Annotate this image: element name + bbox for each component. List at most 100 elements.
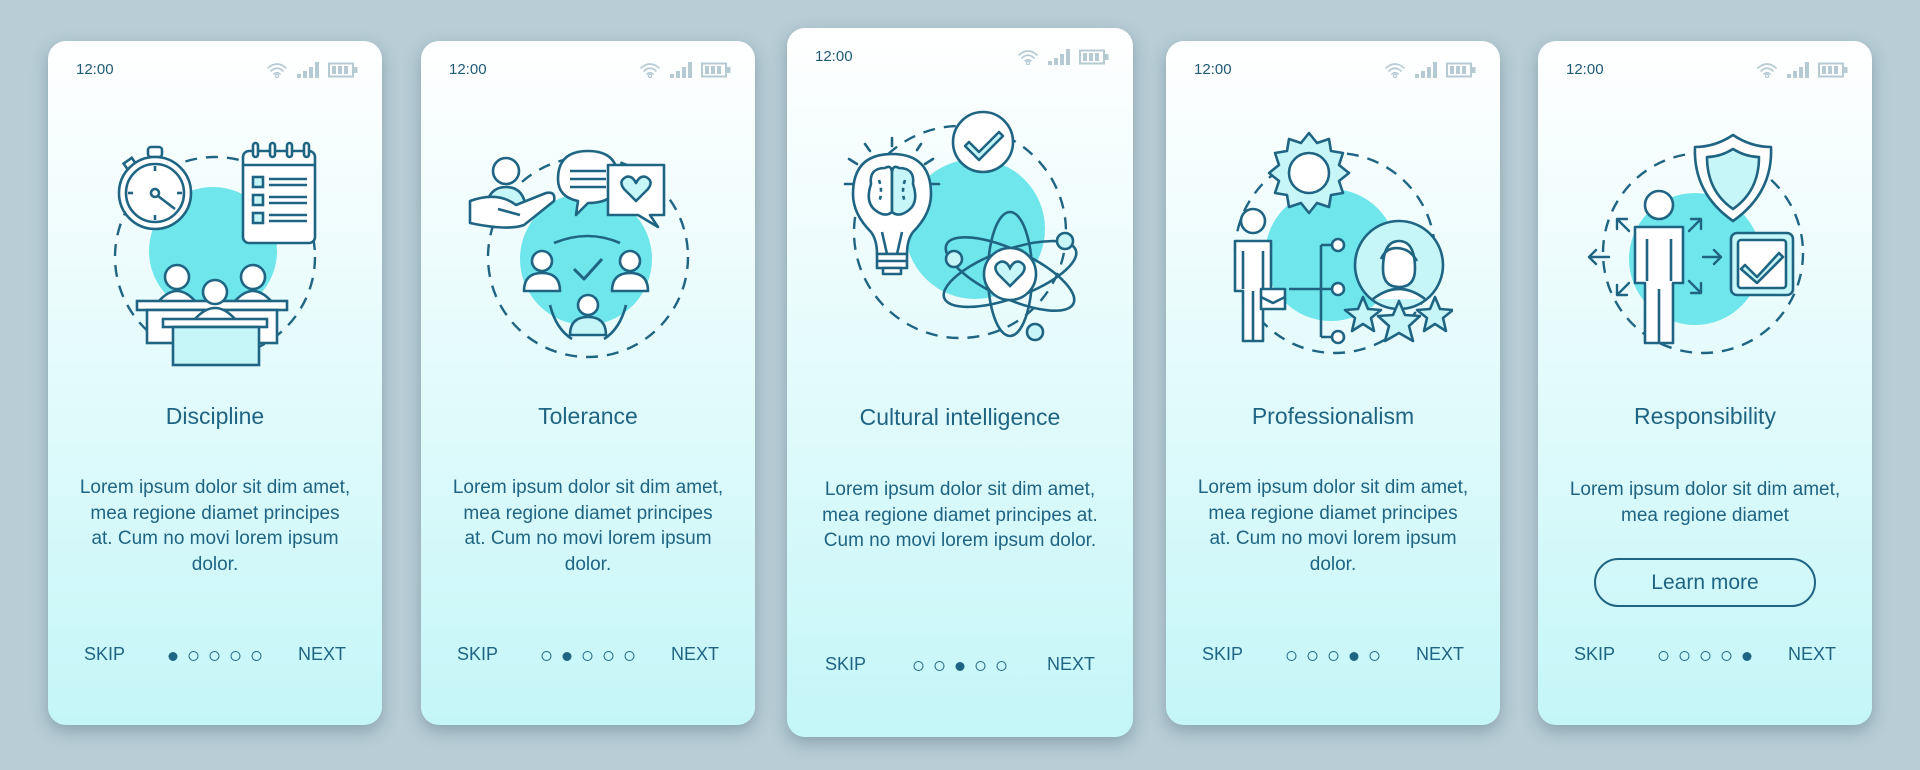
onboarding-screen-cultural-intelligence: 12:00 Cultural intelligence Lorem ipsum … [787, 28, 1133, 737]
wifi-icon [1756, 62, 1778, 78]
onboarding-footer: SKIP NEXT [825, 654, 1095, 678]
wifi-icon [639, 62, 661, 78]
skip-button[interactable]: SKIP [1202, 644, 1243, 665]
wifi-icon [266, 62, 288, 78]
skip-button[interactable]: SKIP [84, 644, 125, 665]
page-indicator [1658, 651, 1752, 661]
page-dot[interactable] [1679, 651, 1690, 661]
page-dot[interactable] [624, 651, 635, 661]
page-dot-active[interactable] [562, 651, 572, 661]
status-time: 12:00 [815, 48, 853, 65]
page-indicator [541, 651, 635, 661]
screen-title: Professionalism [1251, 403, 1415, 429]
onboarding-footer: SKIP NEXT [1202, 644, 1464, 668]
signal-icon [297, 62, 319, 78]
status-bar: 12:00 [1194, 61, 1476, 81]
status-bar: 12:00 [1566, 61, 1848, 81]
page-dot[interactable] [975, 661, 986, 671]
page-dot-active[interactable] [1349, 651, 1359, 661]
battery-icon [701, 62, 731, 78]
page-dot[interactable] [251, 651, 262, 661]
battery-icon [328, 62, 358, 78]
page-dot[interactable] [1700, 651, 1711, 661]
page-dot[interactable] [1286, 651, 1297, 661]
discipline-illustration [95, 129, 335, 369]
page-dot[interactable] [996, 661, 1007, 671]
signal-icon [1415, 62, 1437, 78]
status-icons [1756, 62, 1848, 78]
page-dot[interactable] [1369, 651, 1380, 661]
page-dot[interactable] [1658, 651, 1669, 661]
status-time: 12:00 [76, 61, 114, 78]
page-dot[interactable] [209, 651, 220, 661]
status-icons [639, 62, 731, 78]
screen-title: Discipline [165, 403, 265, 429]
page-dot[interactable] [582, 651, 593, 661]
screen-title: Cultural intelligence [859, 404, 1061, 430]
onboarding-footer: SKIP NEXT [457, 644, 719, 668]
onboarding-footer: SKIP NEXT [1574, 644, 1836, 668]
next-button[interactable]: NEXT [1416, 644, 1464, 665]
page-indicator [913, 661, 1007, 671]
onboarding-screen-tolerance: 12:00 Tolerance Lorem ipsum dolor sit di… [421, 41, 755, 725]
calendar-checklist-icon [241, 141, 317, 245]
professionalism-illustration [1213, 129, 1453, 369]
screen-description: Lorem ipsum dolor sit dim amet, mea regi… [1569, 479, 1841, 526]
screen-title: Responsibility [1634, 403, 1776, 429]
onboarding-screen-responsibility: 12:00 Responsibility Lorem ipsum dolor s… [1538, 41, 1872, 725]
battery-icon [1818, 62, 1848, 78]
status-time: 12:00 [1566, 61, 1604, 78]
status-icons [266, 62, 358, 78]
responsibility-illustration [1585, 129, 1825, 369]
battery-icon [1079, 49, 1109, 65]
page-dot[interactable] [913, 661, 924, 671]
next-button[interactable]: NEXT [1788, 644, 1836, 665]
status-time: 12:00 [449, 61, 487, 78]
battery-icon [1446, 62, 1476, 78]
page-dot[interactable] [934, 661, 945, 671]
screen-title: Tolerance [538, 403, 638, 429]
screen-description: Lorem ipsum dolor sit dim amet, mea regi… [79, 477, 351, 575]
cultural-intelligence-illustration [835, 104, 1085, 354]
page-dot[interactable] [1307, 651, 1318, 661]
next-button[interactable]: NEXT [298, 644, 346, 665]
page-dot-active[interactable] [1742, 651, 1752, 661]
tolerance-illustration [468, 129, 708, 369]
skip-button[interactable]: SKIP [825, 654, 866, 675]
status-icons [1384, 62, 1476, 78]
signal-icon [670, 62, 692, 78]
page-dot-active[interactable] [168, 651, 178, 661]
checkbox-icon [1729, 231, 1795, 297]
screen-description: Lorem ipsum dolor sit dim amet, mea regi… [452, 477, 724, 575]
skip-button[interactable]: SKIP [457, 644, 498, 665]
status-time: 12:00 [1194, 61, 1232, 78]
stopwatch-icon [117, 145, 193, 231]
onboarding-footer: SKIP NEXT [84, 644, 346, 668]
page-dot[interactable] [1721, 651, 1732, 661]
wifi-icon [1384, 62, 1406, 78]
onboarding-screen-discipline: 12:00 Discipline Lorem ipsum dolor sit d… [48, 41, 382, 725]
screen-description: Lorem ipsum dolor sit dim amet, mea regi… [822, 479, 1098, 551]
onboarding-screen-professionalism: 12:00 Professionalism Lorem ipsum dolor … [1166, 41, 1500, 725]
page-dot[interactable] [603, 651, 614, 661]
next-button[interactable]: NEXT [671, 644, 719, 665]
skip-button[interactable]: SKIP [1574, 644, 1615, 665]
page-dot[interactable] [188, 651, 199, 661]
page-dot[interactable] [1328, 651, 1339, 661]
check-circle-icon [951, 110, 1015, 174]
page-indicator [168, 651, 262, 661]
wifi-icon [1017, 49, 1039, 65]
status-bar: 12:00 [815, 48, 1109, 68]
page-indicator [1286, 651, 1380, 661]
next-button[interactable]: NEXT [1047, 654, 1095, 675]
signal-icon [1787, 62, 1809, 78]
learn-more-button[interactable]: Learn more [1594, 558, 1816, 607]
page-dot[interactable] [230, 651, 241, 661]
status-bar: 12:00 [76, 61, 358, 81]
status-icons [1017, 49, 1109, 65]
signal-icon [1048, 49, 1070, 65]
page-dot-active[interactable] [955, 661, 965, 671]
screen-description: Lorem ipsum dolor sit dim amet, mea regi… [1197, 477, 1469, 575]
page-dot[interactable] [541, 651, 552, 661]
status-bar: 12:00 [449, 61, 731, 81]
